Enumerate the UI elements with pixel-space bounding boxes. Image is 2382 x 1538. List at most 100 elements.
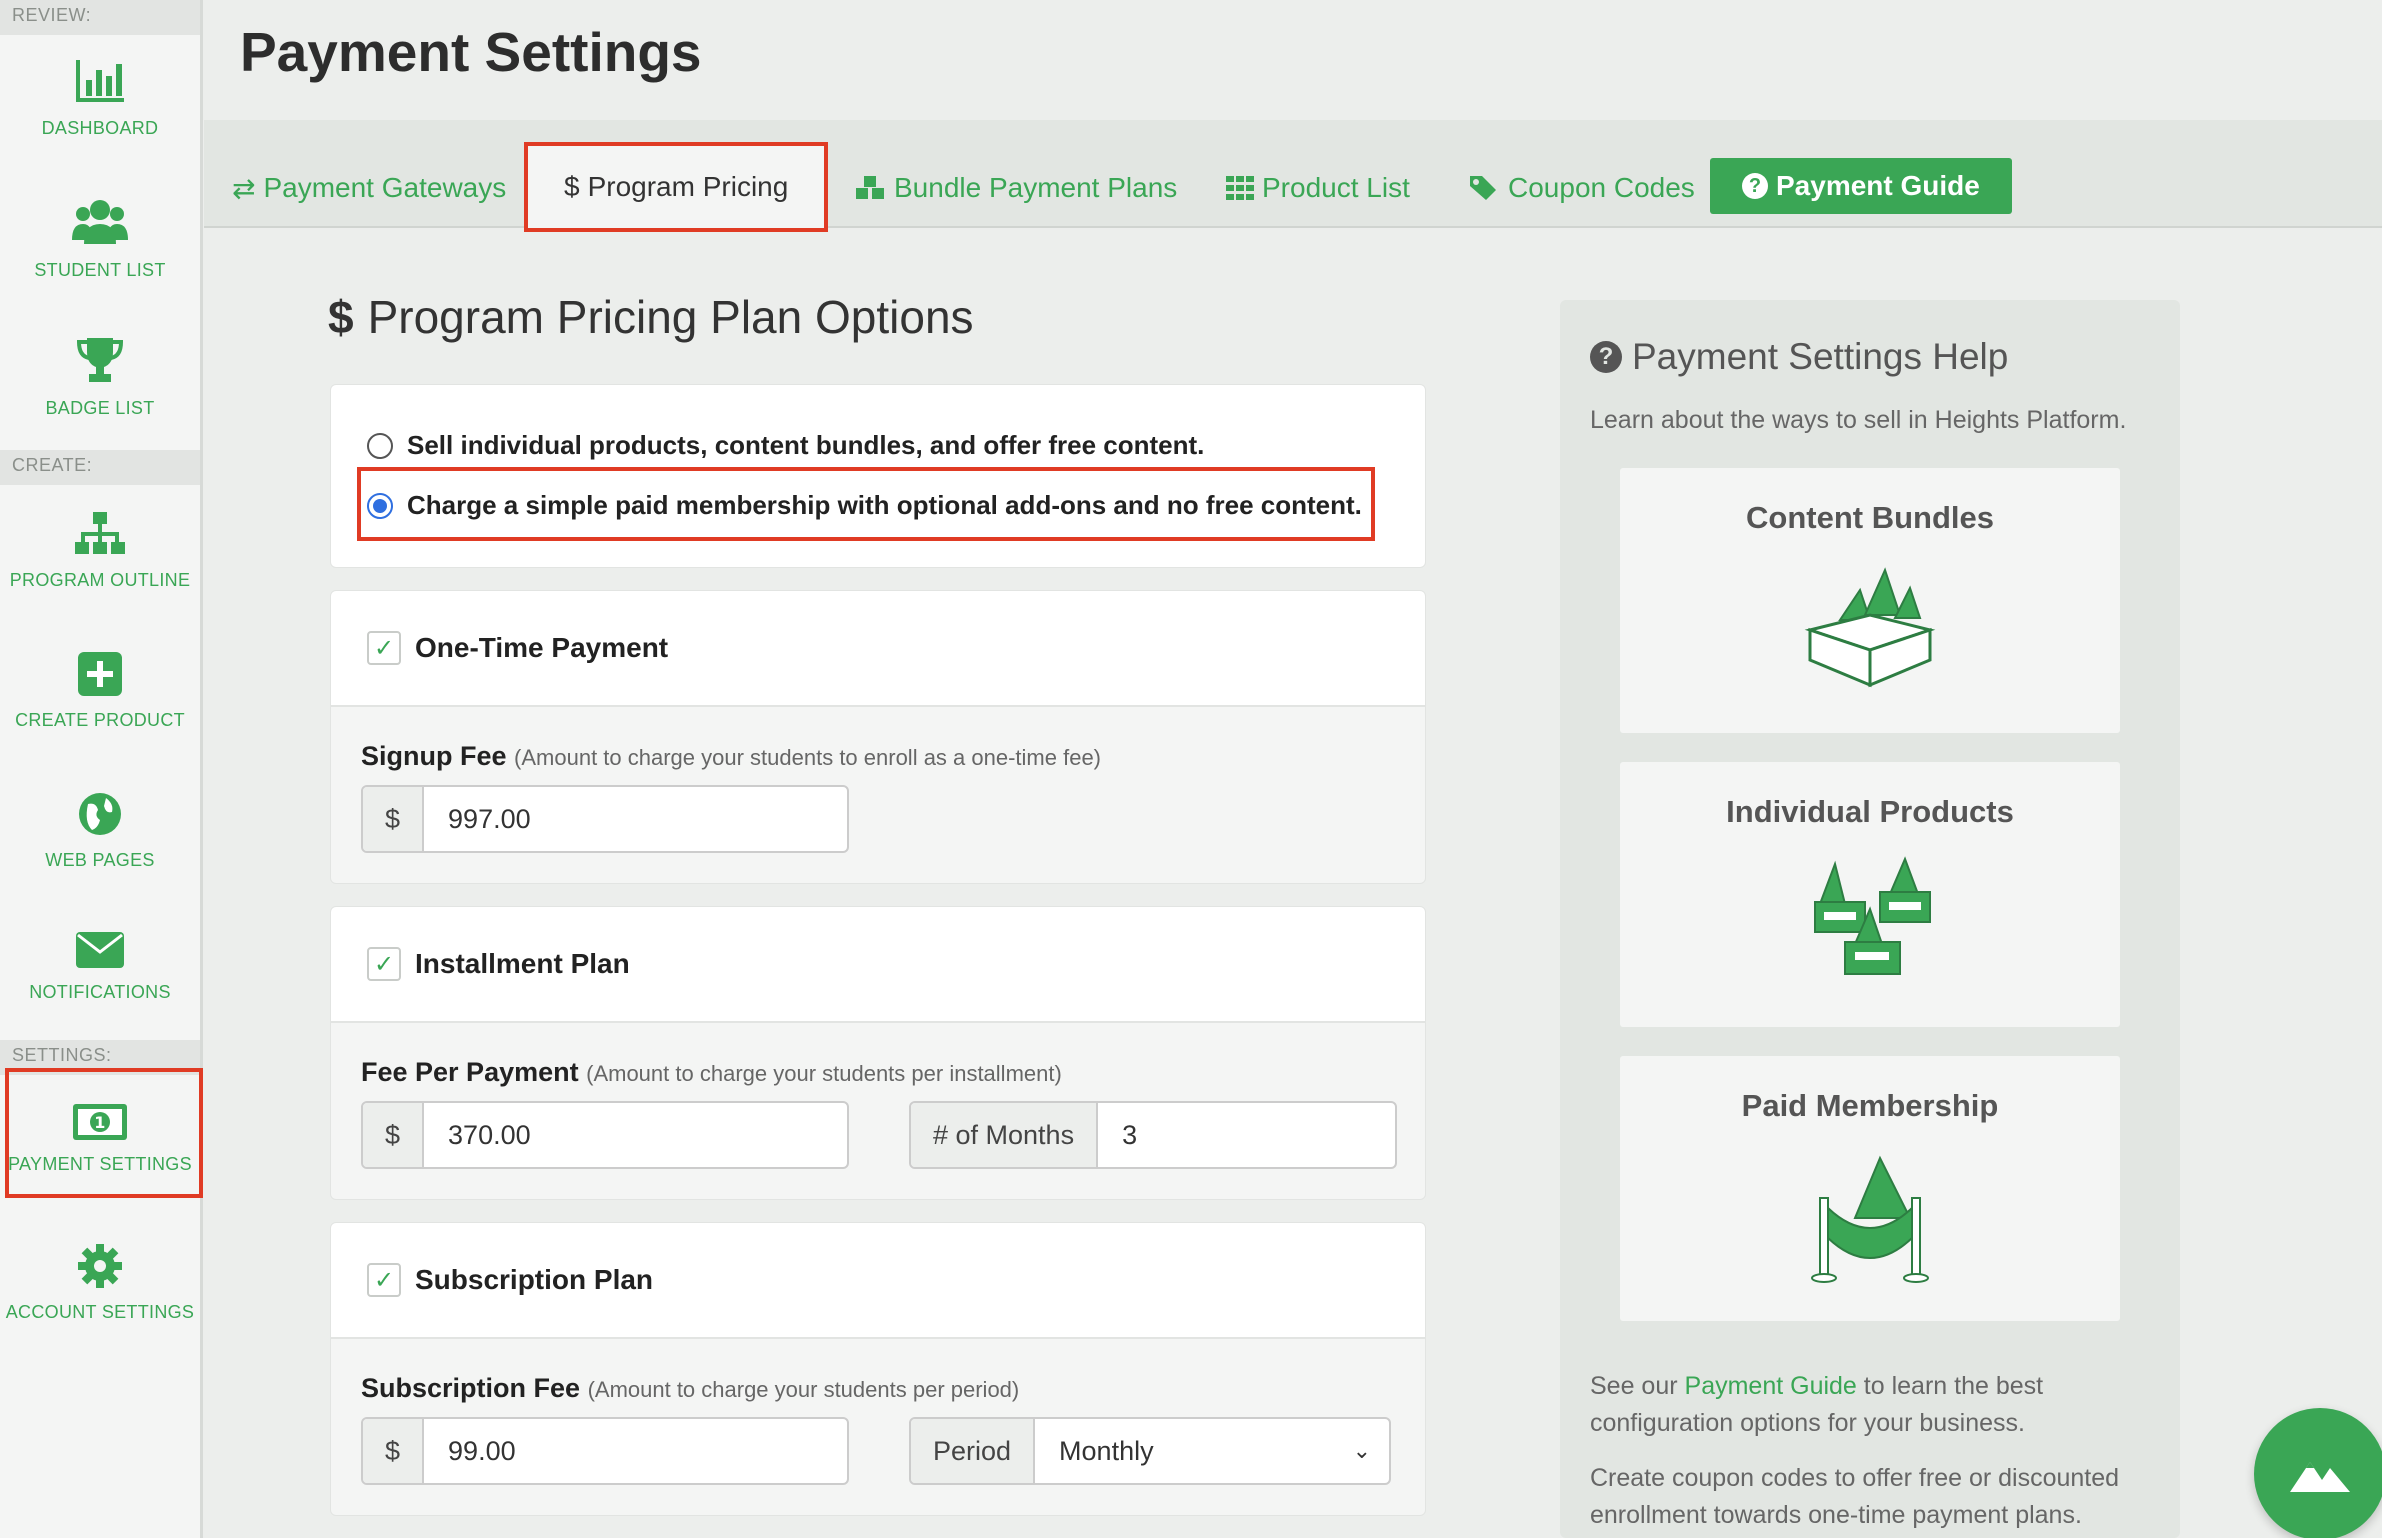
sidebar-item-dashboard[interactable]: DASHBOARD <box>0 58 200 178</box>
help-panel: ? Payment Settings Help Learn about the … <box>1560 300 2180 1538</box>
fee-per-payment-input[interactable]: 370.00 <box>424 1103 847 1167</box>
checkbox-checked[interactable]: ✓ <box>367 631 401 665</box>
tab-payment-gateways[interactable]: ⇄ Payment Gateways <box>232 160 506 216</box>
field-label: Subscription Fee <box>361 1373 581 1403</box>
field-hint: (Amount to charge your students per inst… <box>586 1061 1062 1086</box>
sidebar-section-review: REVIEW: <box>0 0 200 35</box>
checkbox-checked[interactable]: ✓ <box>367 947 401 981</box>
sidebar-item-account-settings[interactable]: ACCOUNT SETTINGS <box>0 1244 200 1364</box>
installment-plan-toggle[interactable]: ✓ Installment Plan <box>367 947 630 981</box>
cubes-icon <box>856 176 884 199</box>
sidebar-item-badge-list[interactable]: BADGE LIST <box>0 336 200 456</box>
sidebar-item-label: WEB PAGES <box>45 850 155 870</box>
one-time-payment-card: ✓ One-Time Payment <box>330 590 1426 706</box>
fee-per-payment-field[interactable]: $ 370.00 <box>361 1101 849 1169</box>
question-circle-icon: ? <box>1590 341 1622 373</box>
section-title: $ Program Pricing Plan Options <box>328 290 974 344</box>
help-guide-text: See our Payment Guide to learn the best … <box>1590 1368 2150 1442</box>
checkbox-checked[interactable]: ✓ <box>367 1263 401 1297</box>
tab-bundle-payment-plans[interactable]: Bundle Payment Plans <box>854 160 1177 216</box>
currency-addon: $ <box>363 787 425 851</box>
plan-option-individual[interactable]: Sell individual products, content bundle… <box>367 430 1204 461</box>
question-circle-icon: ? <box>1742 173 1768 199</box>
signup-fee-input[interactable]: 997.00 <box>424 787 847 851</box>
plan-options-card: Sell individual products, content bundle… <box>330 384 1426 568</box>
months-field[interactable]: # of Months 3 <box>909 1101 1397 1169</box>
radio-button[interactable] <box>367 432 393 459</box>
field-hint: (Amount to charge your students to enrol… <box>514 745 1102 770</box>
sidebar-item-student-list[interactable]: STUDENT LIST <box>0 196 200 316</box>
tags-icon <box>1470 176 1496 200</box>
help-chat-button[interactable] <box>2254 1408 2382 1538</box>
tab-label: Payment Guide <box>1776 170 1980 201</box>
signup-fee-label: Signup Fee (Amount to charge your studen… <box>361 741 1101 772</box>
help-card-title: Individual Products <box>1726 794 2014 829</box>
field-label: Signup Fee <box>361 741 507 771</box>
period-addon: Period <box>911 1419 1036 1483</box>
sidebar-item-label: BADGE LIST <box>45 398 155 418</box>
payment-guide-button[interactable]: ? Payment Guide <box>1710 158 2012 214</box>
highlight-box <box>357 467 1375 541</box>
subscription-fee-field[interactable]: $ 99.00 <box>361 1417 849 1485</box>
fee-per-payment-label: Fee Per Payment (Amount to charge your s… <box>361 1057 1062 1088</box>
subscription-fee-input[interactable]: 99.00 <box>424 1419 847 1483</box>
tab-label: Bundle Payment Plans <box>894 172 1178 203</box>
mountains-icon <box>2290 1462 2350 1492</box>
period-field[interactable]: Period Monthly ⌄ <box>909 1417 1391 1485</box>
one-time-payment-toggle[interactable]: ✓ One-Time Payment <box>367 631 668 665</box>
sidebar-item-label: ACCOUNT SETTINGS <box>5 1302 195 1322</box>
plus-square-icon <box>78 652 122 696</box>
sidebar-section-create: CREATE: <box>0 450 200 485</box>
tab-coupon-codes[interactable]: Coupon Codes <box>1468 160 1695 216</box>
help-card-paid-membership[interactable]: Paid Membership <box>1620 1056 2120 1321</box>
checkbox-label: Installment Plan <box>415 948 630 979</box>
help-title-text: Payment Settings Help <box>1632 336 2009 377</box>
help-card-content-bundles[interactable]: Content Bundles <box>1620 468 2120 733</box>
help-guide-prefix: See our <box>1590 1372 1685 1400</box>
field-hint: (Amount to charge your students per peri… <box>587 1377 1020 1402</box>
currency-addon: $ <box>363 1419 425 1483</box>
subscription-plan-body: Subscription Fee (Amount to charge your … <box>330 1338 1426 1516</box>
period-select[interactable]: Monthly <box>1035 1419 1353 1483</box>
tab-product-list[interactable]: Product List <box>1226 160 1410 216</box>
help-card-title: Content Bundles <box>1746 500 1994 535</box>
highlight-box <box>5 1068 203 1198</box>
dollar-icon: $ <box>564 171 580 202</box>
one-time-payment-body: Signup Fee (Amount to charge your studen… <box>330 706 1426 884</box>
help-intro: Learn about the ways to sell in Heights … <box>1590 406 2127 434</box>
sidebar-item-notifications[interactable]: NOTIFICATIONS <box>0 932 200 1052</box>
installment-plan-card: ✓ Installment Plan <box>330 906 1426 1022</box>
sidebar-item-label: STUDENT LIST <box>34 260 166 280</box>
chevron-down-icon[interactable]: ⌄ <box>1353 1419 1389 1483</box>
payment-guide-link[interactable]: Payment Guide <box>1685 1372 1857 1400</box>
help-title: ? Payment Settings Help <box>1590 336 2008 378</box>
sidebar-item-program-outline[interactable]: PROGRAM OUTLINE <box>0 512 200 632</box>
subscription-plan-toggle[interactable]: ✓ Subscription Plan <box>367 1263 653 1297</box>
checkbox-label: One-Time Payment <box>415 632 669 663</box>
months-addon: # of Months <box>911 1103 1099 1167</box>
tab-label: Payment Gateways <box>263 172 507 203</box>
signup-fee-field[interactable]: $ 997.00 <box>361 785 849 853</box>
tab-label: Coupon Codes <box>1508 172 1695 203</box>
exchange-icon: ⇄ <box>232 172 256 204</box>
tab-program-pricing[interactable]: $ Program Pricing <box>524 142 829 232</box>
section-title-text: Program Pricing Plan Options <box>367 291 974 343</box>
installment-plan-body: Fee Per Payment (Amount to charge your s… <box>330 1022 1426 1200</box>
bar-chart-icon <box>76 60 124 102</box>
sidebar-item-web-pages[interactable]: WEB PAGES <box>0 792 200 912</box>
months-input[interactable]: 3 <box>1098 1103 1395 1167</box>
sidebar-item-label: DASHBOARD <box>41 118 159 138</box>
sidebar-item-create-product[interactable]: CREATE PRODUCT <box>0 652 200 772</box>
help-coupon-text: Create coupon codes to offer free or dis… <box>1590 1464 2120 1529</box>
help-card-individual-products[interactable]: Individual Products <box>1620 762 2120 1027</box>
tab-label: Product List <box>1262 172 1410 203</box>
sitemap-icon <box>75 512 125 554</box>
subscription-fee-label: Subscription Fee (Amount to charge your … <box>361 1373 1019 1404</box>
checkbox-label: Subscription Plan <box>415 1264 654 1295</box>
sidebar-item-label: NOTIFICATIONS <box>29 982 171 1002</box>
sidebar: REVIEW: DASHBOARD STUDENT LIST BADGE LIS… <box>0 0 203 1538</box>
page-title: Payment Settings <box>240 21 702 83</box>
help-card-title: Paid Membership <box>1741 1088 1999 1123</box>
subscription-plan-card: ✓ Subscription Plan <box>330 1222 1426 1338</box>
envelope-icon <box>76 932 124 968</box>
